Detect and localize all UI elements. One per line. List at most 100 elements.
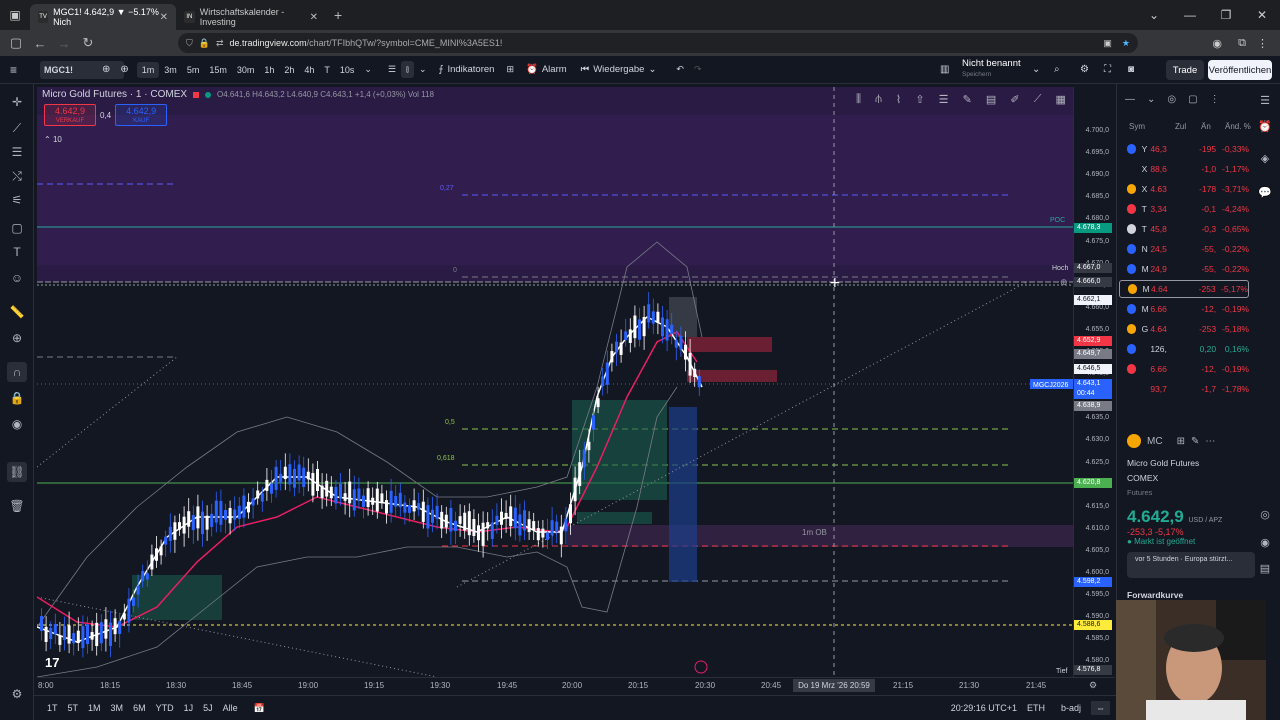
lock-drawings-icon[interactable]: 🔒 (7, 388, 27, 408)
measure-icon[interactable]: ⫼ (856, 93, 861, 109)
brush-icon[interactable]: ✎ (963, 93, 972, 109)
timeframe-t[interactable]: T (319, 65, 335, 75)
browser-menu-dots-icon[interactable]: ⋮ (1257, 37, 1268, 50)
close-tab-icon[interactable]: ✕ (310, 12, 318, 23)
watchlist-row[interactable]: X 88,6 -1,0 -1,17% (1119, 160, 1249, 178)
list-icon[interactable]: ☰ (939, 93, 949, 109)
forecast-tool-icon[interactable]: ⚟ (7, 190, 27, 210)
forward-icon[interactable]: → (52, 36, 76, 51)
arrow-up-icon[interactable]: ⇧ (915, 93, 924, 109)
line-icon[interactable]: ⟋ (1034, 93, 1042, 109)
watchlist-row[interactable]: M 24,9 -55, -0,22% (1119, 260, 1249, 278)
quick-search-icon[interactable]: ⌕ (1054, 64, 1060, 75)
magnet-tool-icon[interactable]: ∩ (7, 362, 27, 382)
layouts-icon[interactable]: ⊞ (501, 64, 519, 75)
crosshair-tool-icon[interactable]: ✛ (7, 92, 27, 112)
trash-icon[interactable]: 🗑 (7, 496, 27, 516)
indicators-button[interactable]: ⨍ Indikatoren (431, 64, 501, 75)
pitchfork-icon[interactable]: ⫛ (875, 93, 882, 109)
col-change[interactable]: Än (1201, 122, 1225, 131)
watchlist-row[interactable]: 6.66 -12, -0,19% (1119, 360, 1249, 378)
watchlist-row[interactable]: Y 46,3 -195 -0,33% (1119, 140, 1249, 158)
alerts-icon[interactable]: ⏰ (1257, 120, 1273, 136)
replay-button[interactable]: ⏮ Wiedergabe ⌄ (574, 64, 664, 75)
path-icon[interactable]: ⌇ (896, 93, 901, 109)
range-5y[interactable]: 5J (198, 703, 218, 713)
screenshot-icon[interactable]: ▣ (1103, 38, 1112, 49)
settings-gear-icon[interactable]: ⚙ (1080, 64, 1089, 75)
fullscreen-icon[interactable]: ⛶ (1104, 64, 1111, 75)
redo-icon[interactable]: ↷ (689, 64, 707, 75)
camera-icon[interactable]: ◙ (1128, 64, 1134, 75)
ruler-tool-icon[interactable]: 📏 (7, 302, 27, 322)
range-6m[interactable]: 6M (128, 703, 151, 713)
pattern-tool-icon[interactable]: ⤭ (7, 166, 27, 186)
publish-button[interactable]: Veröffentlichen (1208, 60, 1272, 80)
watchlist-row[interactable]: T 45,8 -0,3 -0,65% (1119, 220, 1249, 238)
dropdown-icon[interactable]: ⌄ (1147, 94, 1155, 105)
timeframe-5m[interactable]: 5m (182, 65, 205, 75)
trade-button[interactable]: Trade (1166, 60, 1204, 80)
fib-tool-icon[interactable]: ☰ (7, 142, 27, 162)
buy-button[interactable]: 4.642,9 KAUF (115, 104, 168, 126)
layers-icon[interactable]: ◈ (1257, 152, 1273, 168)
bookmark-star-icon[interactable]: ★ (1122, 38, 1130, 49)
symbol-name[interactable]: Micro Gold Futures (1127, 458, 1275, 468)
indicator-toggle[interactable]: ⌃ 10 (44, 135, 62, 144)
undo-icon[interactable]: ↶ (671, 64, 689, 75)
symbol-search[interactable]: MGC1! (40, 60, 124, 79)
extensions-icon[interactable]: ⧉ (1238, 37, 1246, 50)
close-tab-icon[interactable]: ✕ (160, 12, 168, 23)
timeframe-1h[interactable]: 1h (259, 65, 279, 75)
chat-icon[interactable]: 💬 (1257, 186, 1273, 202)
maximize-icon[interactable]: ❐ (1208, 8, 1244, 22)
target-icon[interactable]: ◎ (1167, 94, 1176, 105)
range-1m[interactable]: 1M (83, 703, 106, 713)
profile-icon[interactable]: ◉ (1212, 37, 1222, 50)
timeframe-3m[interactable]: 3m (159, 65, 182, 75)
timeframe-dropdown-icon[interactable]: ⌄ (359, 64, 377, 75)
site-settings-icon[interactable]: ⇄ (216, 38, 224, 49)
pen-icon[interactable]: ✐ (1010, 93, 1019, 109)
minimize-icon[interactable]: — (1172, 8, 1208, 22)
more-dots-icon[interactable]: ⋯ (1205, 436, 1215, 447)
watchlist-row[interactable]: N 24,5 -55, -0,22% (1119, 240, 1249, 258)
col-change-pct[interactable]: Änd. % (1225, 122, 1251, 131)
news-item[interactable]: vor 5 Stunden · Europa stürzt... (1127, 552, 1255, 578)
collapse-panel-icon[interactable]: ⇔ (1091, 701, 1110, 715)
browser-menu-icon[interactable]: ▣ (0, 8, 30, 22)
chart-canvas[interactable]: 0,27 0 0,5 0,618 1m OB POC Hoch Tief MGC… (37, 87, 1073, 677)
zoom-tool-icon[interactable]: ⊕ (7, 328, 27, 348)
watchlist-row[interactable]: M 4.64 -253 -5,17% (1119, 280, 1249, 298)
range-all[interactable]: Alle (218, 703, 243, 713)
compare-icon[interactable]: ⊕ (102, 64, 110, 75)
reload-icon[interactable]: ↻ (76, 35, 100, 51)
add-symbol-icon[interactable]: ⊕ (120, 64, 128, 75)
chart-type-dropdown-icon[interactable]: ⌄ (414, 64, 432, 75)
new-tab-icon[interactable]: + (334, 7, 342, 23)
legend-title[interactable]: Micro Gold Futures · 1 · COMEX (42, 89, 187, 100)
add-alert-icon[interactable]: ⊕ (1060, 278, 1068, 288)
minus-icon[interactable]: — (1125, 94, 1135, 105)
grid-icon[interactable]: ⊞ (1177, 436, 1185, 447)
box-icon[interactable]: ▢ (1188, 94, 1197, 105)
chart-pane[interactable]: 0,27 0 0,5 0,618 1m OB POC Hoch Tief MGC… (37, 87, 1073, 677)
price-axis[interactable]: 4.700,0 4.695,0 4.690,0 4.685,0 4.680,0 4.675… (1073, 87, 1115, 677)
watchlist-row[interactable]: T 3,34 -0,1 -4,24% (1119, 200, 1249, 218)
adjustment-toggle[interactable]: b-adj (1061, 703, 1081, 713)
watchlist-icon[interactable]: ☰ (1257, 94, 1273, 110)
session-toggle[interactable]: ETH (1027, 703, 1045, 713)
layout-dropdown-icon[interactable]: ⌄ (1032, 64, 1040, 75)
timeframe-30m[interactable]: 30m (232, 65, 260, 75)
col-last[interactable]: Zul (1175, 122, 1201, 131)
link-tool-icon[interactable]: ⛓ (7, 462, 27, 482)
account-menu-icon[interactable]: ≡ (10, 63, 17, 77)
range-3m[interactable]: 3M (106, 703, 129, 713)
emoji-tool-icon[interactable]: ☺ (7, 268, 27, 288)
chart-legend[interactable]: Micro Gold Futures · 1 · COMEX O4.641,6 … (42, 89, 434, 100)
tab-list-icon[interactable]: ⌄ (1136, 8, 1172, 22)
edit-icon[interactable]: ✎ (1191, 436, 1199, 447)
watchlist-row[interactable]: M 6.66 -12, -0,19% (1119, 300, 1249, 318)
clock[interactable]: 20:29:16 UTC+1 (951, 703, 1017, 713)
hide-drawings-icon[interactable]: ◉ (7, 414, 27, 434)
